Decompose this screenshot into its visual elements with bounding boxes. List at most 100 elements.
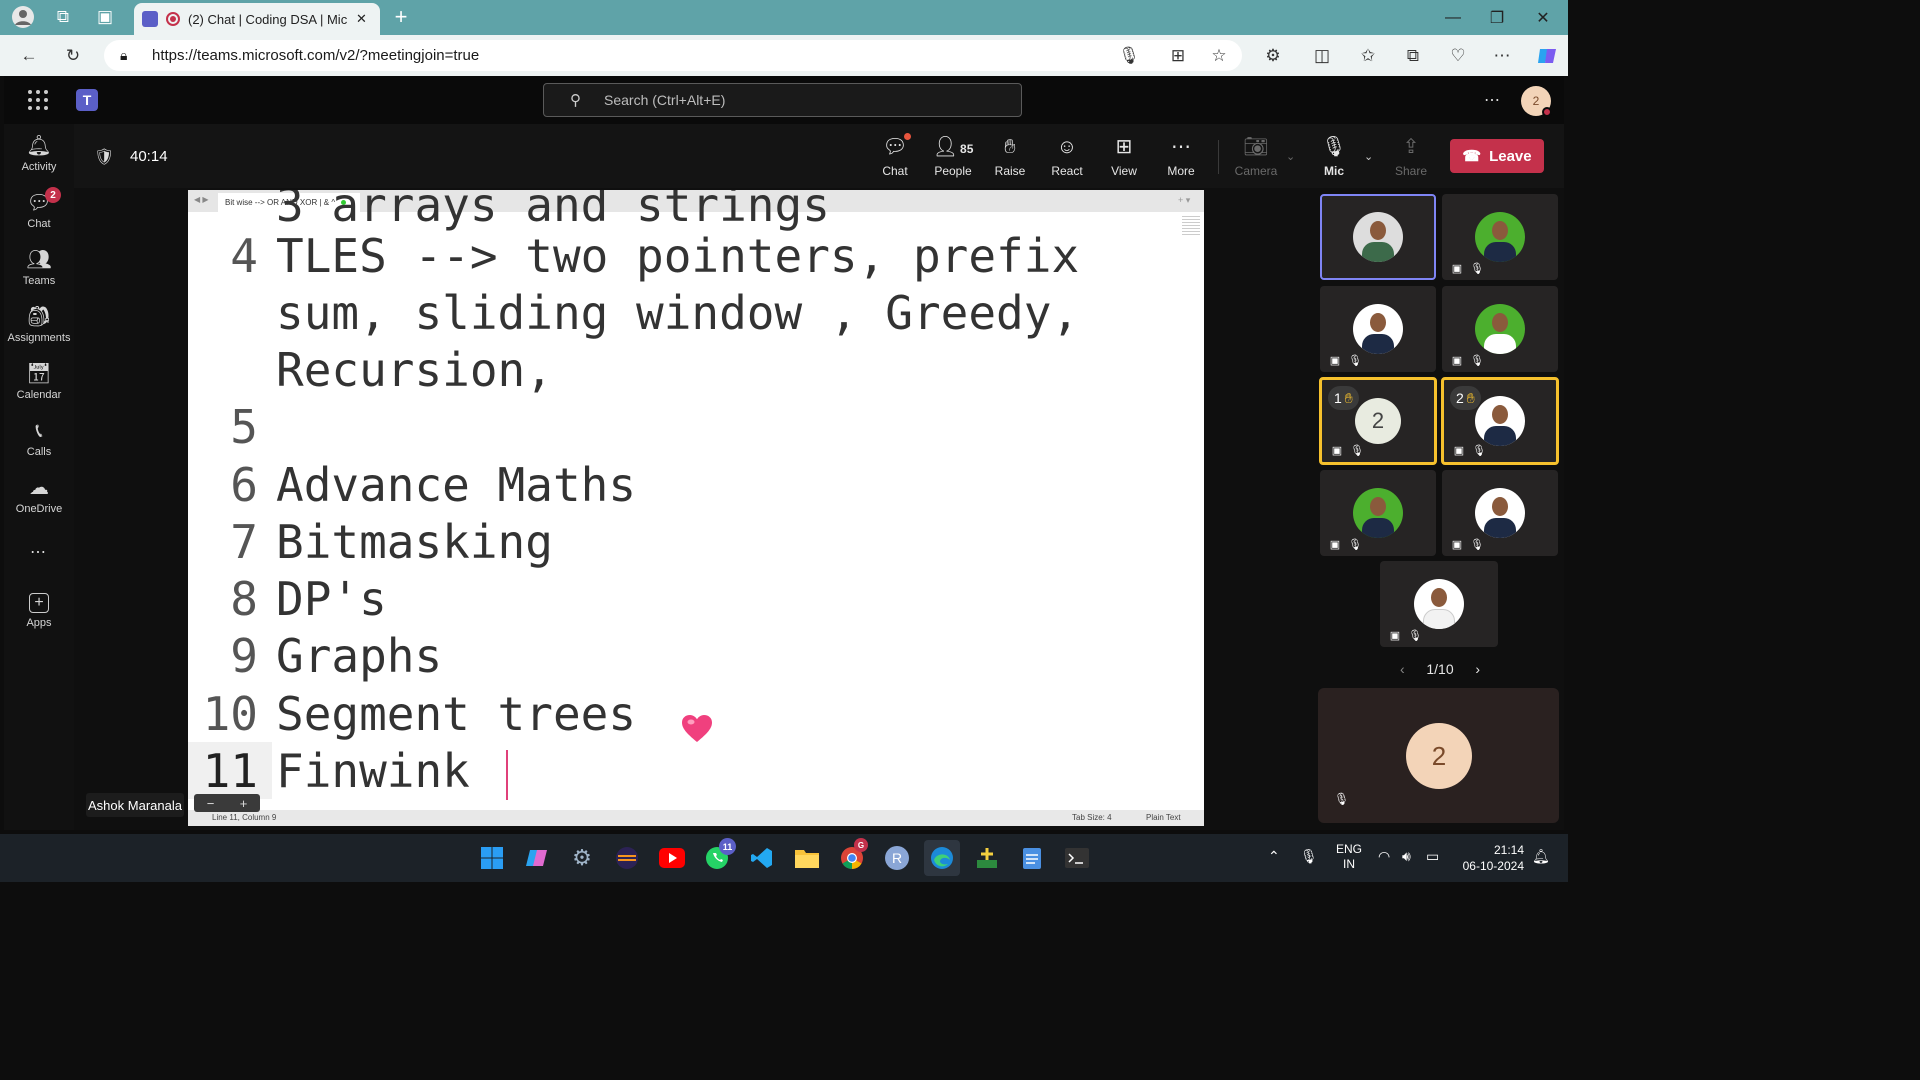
zoom-controls[interactable]: − +: [194, 794, 260, 812]
rail-assignments[interactable]: 🎒︎ Assignments: [4, 297, 74, 353]
participant-tile[interactable]: ▣ 🎙︎: [1320, 470, 1436, 556]
app-available-icon[interactable]: ⊞: [1163, 41, 1193, 71]
teams-logo-icon: T: [76, 89, 98, 111]
browser-essentials-icon[interactable]: ♡: [1443, 41, 1473, 71]
participant-tile[interactable]: ▣ 🎙︎: [1320, 286, 1436, 372]
code-line: Segment trees: [276, 687, 637, 741]
zoom-out-icon[interactable]: −: [207, 796, 215, 811]
start-windows-icon[interactable]: [474, 840, 510, 876]
youtube-icon[interactable]: [654, 840, 690, 876]
chat-icon: 💬︎: [882, 132, 911, 159]
maximize-icon[interactable]: ❐: [1474, 0, 1520, 35]
back-icon[interactable]: ←: [14, 41, 44, 71]
copilot-icon[interactable]: [1532, 41, 1562, 71]
installer-app-icon[interactable]: [969, 840, 1005, 876]
settings-gear-icon[interactable]: ⚙︎: [564, 840, 600, 876]
workspaces-icon[interactable]: ⧉: [48, 2, 78, 32]
close-window-icon[interactable]: ✕: [1520, 0, 1566, 35]
view-label: View: [1111, 163, 1137, 178]
whatsapp-icon[interactable]: 11: [699, 838, 736, 876]
microphone-icon[interactable]: 🎙︎: [1114, 41, 1144, 71]
close-tab-icon[interactable]: ✕: [356, 11, 367, 27]
volume-icon[interactable]: 🔊︎: [1402, 848, 1411, 865]
rail-calls[interactable]: 📞︎ Calls: [4, 411, 74, 467]
participant-tile[interactable]: ▣ 🎙︎: [1442, 194, 1558, 280]
line-number: 9: [230, 629, 258, 683]
code-line: Finwink: [276, 744, 470, 798]
user-avatar[interactable]: 2: [1521, 86, 1552, 117]
rail-calendar[interactable]: 📅︎ Calendar: [4, 354, 74, 410]
clock[interactable]: 21:14 06-10-2024: [1458, 842, 1524, 874]
chrome-icon[interactable]: G: [834, 838, 870, 876]
camera-button[interactable]: 📷︎ Camera: [1228, 128, 1284, 184]
tile-status: ▣ 🎙︎: [1452, 443, 1486, 457]
extensions-icon[interactable]: ⚙︎: [1258, 41, 1288, 71]
participant-tile[interactable]: ▣ 🎙︎: [1442, 286, 1558, 372]
clock-time: 21:14: [1493, 843, 1524, 857]
people-button[interactable]: 👤︎ 85 People: [924, 128, 982, 184]
rail-activity[interactable]: 🔔︎ Activity: [4, 126, 74, 182]
participant-tile-hand-raised[interactable]: 2 ✋︎ ▣ 🎙︎: [1441, 377, 1559, 465]
search-input[interactable]: ⚲ Search (Ctrl+Alt+E): [543, 83, 1022, 117]
rail-chat[interactable]: 💬︎ Chat 2: [4, 183, 74, 239]
settings-more-icon[interactable]: ⋯: [1487, 41, 1517, 71]
mic-options-chevron-icon[interactable]: ⌄: [1364, 150, 1373, 163]
wifi-icon[interactable]: ◠: [1378, 848, 1390, 865]
status-position: Line 11, Column 9: [212, 813, 277, 822]
gallery-pager: ‹ 1/10 ›: [1400, 659, 1480, 679]
file-explorer-icon[interactable]: [789, 840, 825, 876]
participant-tile[interactable]: ▣ 🎙︎: [1442, 470, 1558, 556]
raise-hand-button[interactable]: ✋︎ Raise: [982, 128, 1038, 184]
r-app-icon[interactable]: R: [879, 840, 915, 876]
address-bar[interactable]: 🔒︎ https://teams.microsoft.com/v2/?meeti…: [104, 40, 1242, 71]
chat-button[interactable]: 💬︎ Chat: [867, 128, 923, 184]
browser-tab-active[interactable]: (2) Chat | Coding DSA | Micro ✕: [134, 3, 380, 35]
shield-icon[interactable]: 🛡︎: [94, 147, 114, 167]
favorite-star-icon[interactable]: ☆: [1204, 41, 1234, 71]
calendar-icon: 📅︎: [26, 363, 52, 385]
microphone-in-use-icon[interactable]: 🎙︎: [1300, 848, 1318, 865]
rail-teams[interactable]: 👥︎ Teams: [4, 240, 74, 296]
language-indicator[interactable]: ENG IN: [1336, 842, 1362, 872]
split-screen-icon[interactable]: ◫: [1307, 41, 1337, 71]
notepad-icon[interactable]: [1014, 840, 1050, 876]
mic-button[interactable]: 🎙︎ Mic: [1306, 128, 1362, 184]
favorites-icon[interactable]: ✩: [1353, 41, 1383, 71]
participant-tile-hand-raised[interactable]: 2 1 ✋︎ ▣ 🎙︎: [1319, 377, 1437, 465]
participant-tile[interactable]: [1320, 194, 1436, 280]
tab-actions-icon[interactable]: ▣: [90, 2, 120, 32]
zoom-in-icon[interactable]: +: [240, 796, 248, 811]
refresh-icon[interactable]: ↻: [58, 41, 88, 71]
more-button[interactable]: ⋯ More: [1153, 128, 1209, 184]
minimize-icon[interactable]: —: [1430, 0, 1476, 35]
camera-options-chevron-icon[interactable]: ⌄: [1286, 150, 1295, 163]
share-button[interactable]: ⇪ Share: [1383, 128, 1439, 184]
rail-onedrive[interactable]: ☁︎ OneDrive: [4, 468, 74, 524]
settings-and-more-icon[interactable]: ⋯: [1484, 90, 1500, 110]
battery-icon[interactable]: ▭: [1426, 848, 1439, 865]
copilot-taskbar-icon[interactable]: [519, 840, 555, 876]
leave-button[interactable]: ☎︎ Leave: [1450, 139, 1544, 173]
participant-tile[interactable]: ▣ 🎙︎: [1380, 561, 1498, 647]
region-code: IN: [1343, 857, 1355, 871]
eclipse-app-icon[interactable]: [609, 840, 645, 876]
tab-add-icon: + ▾: [1178, 195, 1191, 205]
profile-icon[interactable]: [8, 2, 38, 32]
previous-page-icon[interactable]: ‹: [1400, 661, 1405, 677]
code-area: 3 arrays and strings 4 TLES --> two poin…: [188, 190, 1204, 810]
app-launcher-icon[interactable]: [28, 90, 48, 110]
react-button[interactable]: ☺︎ React: [1039, 128, 1095, 184]
rail-apps[interactable]: + Apps: [4, 583, 74, 639]
vscode-icon[interactable]: [744, 840, 780, 876]
more-apps-icon[interactable]: ⋯: [30, 542, 46, 562]
self-view-tile[interactable]: 2 🎙︎: [1318, 688, 1559, 823]
notifications-bell-icon[interactable]: 🔔︎: [1532, 848, 1550, 865]
people-label: People: [934, 163, 972, 178]
edge-icon[interactable]: [924, 840, 960, 876]
view-button[interactable]: ⊞ View: [1096, 128, 1152, 184]
new-tab-icon[interactable]: +: [386, 2, 416, 32]
next-page-icon[interactable]: ›: [1475, 661, 1480, 677]
collections-icon[interactable]: ⧉: [1398, 41, 1428, 71]
terminal-icon[interactable]: [1059, 840, 1095, 876]
show-hidden-icons-chevron-icon[interactable]: ⌃: [1268, 848, 1280, 865]
